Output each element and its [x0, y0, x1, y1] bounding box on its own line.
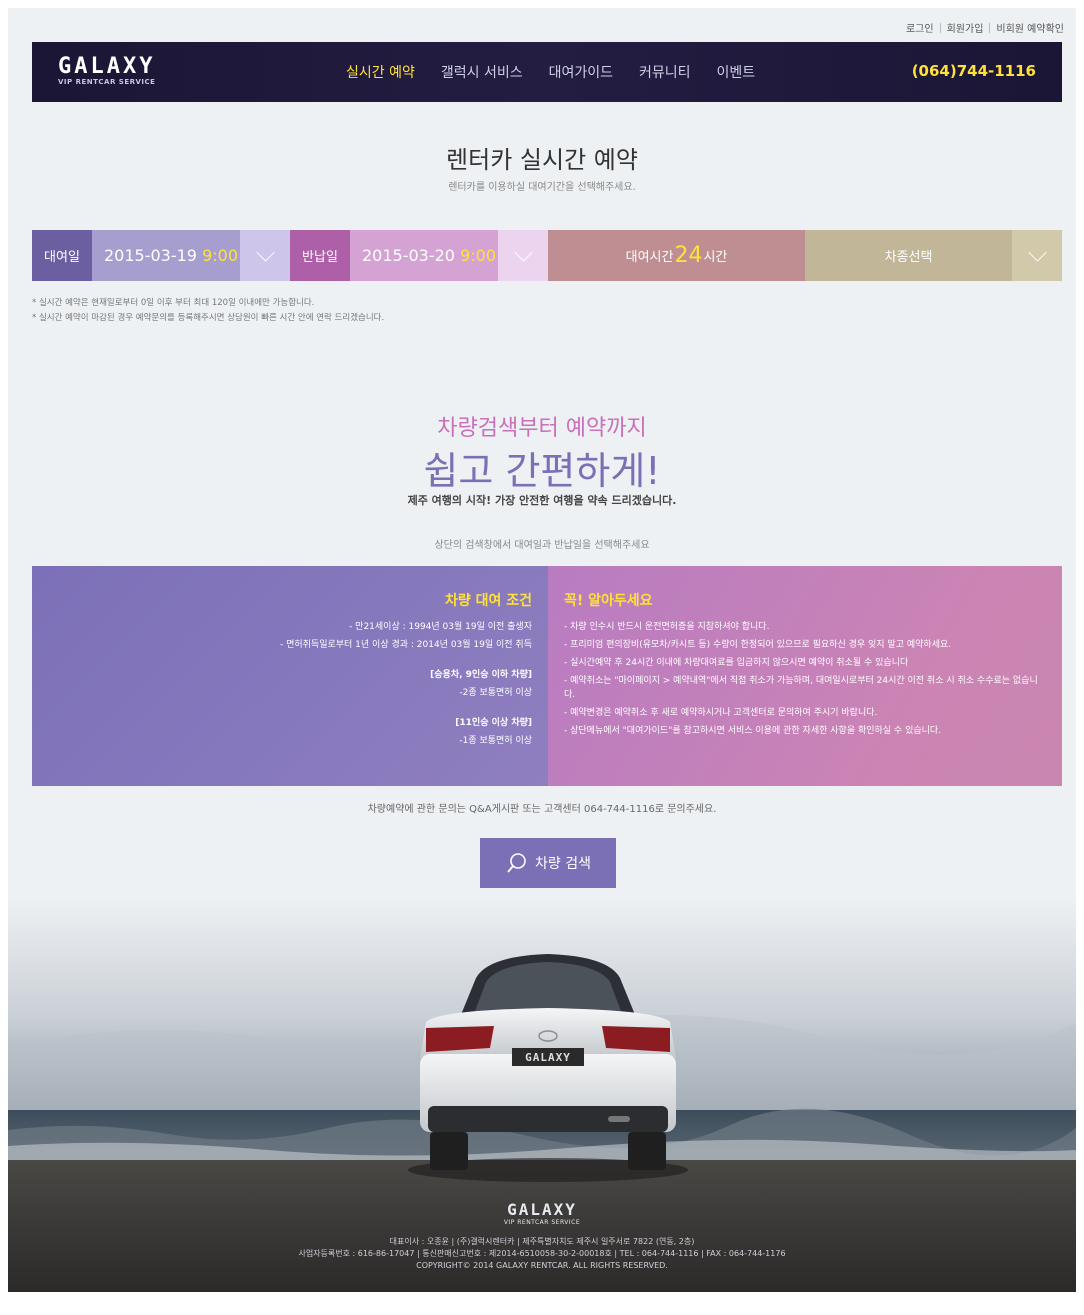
hero-image: GALAXY GALAXY VIP RENTCAR SERVICE 대표이사 :…: [8, 898, 1076, 1292]
logo-text: GALAXY: [58, 54, 156, 79]
condition-item: -2종 보통면허 이상: [459, 688, 532, 698]
rental-conditions: 차량 대여 조건 - 만21세이상 : 1994년 03월 19일 이전 출생자…: [32, 566, 548, 786]
condition-item: - 면허취득일로부터 1년 이상 경과 : 2014년 03월 19일 이전 취…: [279, 640, 532, 650]
navbar: GALAXY VIP RENTCAR SERVICE 실시간 예약 갤럭시 서비…: [32, 42, 1062, 102]
divider: [939, 22, 941, 33]
footer-logo-text: GALAXY: [507, 1200, 577, 1219]
footer: GALAXY VIP RENTCAR SERVICE 대표이사 : 오종윤 | …: [8, 1200, 1076, 1272]
notice-item: - 상단메뉴에서 "대여가이드"를 참고하시면 서비스 이용에 관한 자세한 사…: [564, 726, 942, 736]
chevron-down-icon: [513, 243, 533, 262]
condition-item: -1종 보통면허 이상: [459, 736, 532, 746]
phone-number: (064)744-1116: [911, 62, 1036, 80]
menu-item-galaxy-service[interactable]: 갤럭시 서비스: [441, 62, 523, 82]
signup-link[interactable]: 회원가입: [947, 20, 984, 35]
page: 로그인 회원가입 비회원 예약확인 GALAXY VIP RENTCAR SER…: [8, 8, 1076, 1292]
notice-title: 꼭! 알아두세요: [564, 593, 653, 609]
logo[interactable]: GALAXY VIP RENTCAR SERVICE: [58, 54, 155, 86]
top-links: 로그인 회원가입 비회원 예약확인: [906, 20, 1064, 35]
guest-reservation-link[interactable]: 비회원 예약확인: [996, 20, 1064, 35]
rental-date-value: 2015-03-19: [104, 246, 197, 265]
promo-headline-large: 쉽고 간편하게!: [423, 449, 661, 493]
chevron-down-icon: [255, 243, 275, 262]
return-time-value: 9:00: [460, 246, 497, 265]
condition-group-title: [승용차, 9인승 이하 차량]: [430, 670, 532, 680]
notice-item: - 프리미엄 편의장비(유모차/카시트 등) 수량이 한정되어 있으므로 필요하…: [564, 640, 952, 650]
return-date-label: 반납일: [290, 230, 350, 281]
return-date-value: 2015-03-20: [362, 246, 455, 265]
duration-suffix: 시간: [703, 250, 728, 265]
notice-section: 꼭! 알아두세요 - 차량 인수시 반드시 운전면허증을 지참하셔야 합니다. …: [548, 566, 1062, 786]
reservation-search-bar: 대여일 2015-03-19 9:00 반납일 2015-03-20 9:00 …: [32, 230, 1062, 281]
car-type-select[interactable]: 차종선택: [805, 230, 1012, 281]
page-title: 렌터카 실시간 예약: [446, 146, 638, 174]
rental-time-value: 9:00: [202, 246, 239, 265]
notice-item: - 예약변경은 예약취소 후 새로 예약하시거나 고객센터로 문의하여 주시기 …: [564, 708, 878, 718]
notice-item: - 예약취소는 "마이페이지 > 예약내역"에서 직접 취소가 가능하며, 대여…: [564, 676, 1038, 700]
footer-business-info: 사업자등록번호 : 616-86-17047 | 통신판매신고번호 : 제201…: [298, 1249, 786, 1258]
car-type-dropdown[interactable]: [1012, 230, 1062, 281]
search-icon: [507, 853, 526, 873]
menu-item-community[interactable]: 커뮤니티: [639, 62, 691, 82]
license-plate-text: GALAXY: [525, 1051, 571, 1064]
rental-duration: 대여시간 24 시간: [548, 230, 805, 281]
promo-instruction: 상단의 검색창에서 대여일과 반납일을 선택해주세요: [434, 540, 650, 551]
duration-hours: 24: [674, 243, 703, 268]
promo-tagline: 제주 여행의 시작! 가장 안전한 여행을 약속 드리겠습니다.: [407, 494, 677, 507]
chevron-down-icon: [1027, 243, 1047, 262]
return-date-dropdown[interactable]: [498, 230, 548, 281]
condition-group-title: [11인승 이상 차량]: [455, 718, 532, 728]
inquiry-text: 차량예약에 관한 문의는 Q&A게시판 또는 고객센터 064-744-1116…: [367, 804, 717, 815]
menu-item-realtime-reservation[interactable]: 실시간 예약: [346, 62, 415, 82]
main-menu: 실시간 예약 갤럭시 서비스 대여가이드 커뮤니티 이벤트: [346, 62, 781, 82]
footer-copyright: COPYRIGHT© 2014 GALAXY RENTCAR. ALL RIGH…: [416, 1261, 668, 1270]
rental-date-label: 대여일: [32, 230, 92, 281]
rental-conditions-title: 차량 대여 조건: [444, 593, 532, 609]
car-search-button[interactable]: 차량 검색: [480, 838, 616, 888]
notice-item: - 실시간예약 후 24시간 이내에 차량대여료를 입금하지 않으시면 예약이 …: [564, 658, 909, 668]
note-item: * 실시간 예약은 현재일로부터 0일 이후 부터 최대 120일 이내에만 가…: [32, 298, 315, 308]
notice-item: - 차량 인수시 반드시 운전면허증을 지참하셔야 합니다.: [564, 622, 770, 632]
divider: [989, 22, 991, 33]
duration-prefix: 대여시간: [625, 250, 674, 265]
note-item: * 실시간 예약이 마감된 경우 예약문의를 등록해주시면 상담원이 빠른 시간…: [32, 313, 385, 323]
condition-item: - 만21세이상 : 1994년 03월 19일 이전 출생자: [349, 622, 532, 632]
menu-item-event[interactable]: 이벤트: [717, 62, 756, 82]
promo-headline-small: 차량검색부터 예약까지: [437, 416, 647, 441]
menu-item-rental-guide[interactable]: 대여가이드: [549, 62, 613, 82]
info-panel: 차량 대여 조건 - 만21세이상 : 1994년 03월 19일 이전 출생자…: [32, 566, 1062, 786]
rental-date-field[interactable]: 2015-03-19 9:00: [92, 230, 240, 281]
rental-date-dropdown[interactable]: [240, 230, 290, 281]
login-link[interactable]: 로그인: [906, 20, 934, 35]
logo-subtitle: VIP RENTCAR SERVICE: [58, 78, 156, 86]
footer-logo-subtitle: VIP RENTCAR SERVICE: [503, 1219, 581, 1226]
reservation-notes: * 실시간 예약은 현재일로부터 0일 이후 부터 최대 120일 이내에만 가…: [32, 296, 384, 326]
return-date-field[interactable]: 2015-03-20 9:00: [350, 230, 498, 281]
page-subtitle: 렌터카를 이용하실 대여기간을 선택해주세요.: [448, 182, 636, 193]
footer-company-info: 대표이사 : 오종윤 | (주)갤럭시렌터카 | 제주특별자치도 제주시 일주서…: [389, 1237, 695, 1246]
car-search-button-label: 차량 검색: [535, 856, 591, 872]
